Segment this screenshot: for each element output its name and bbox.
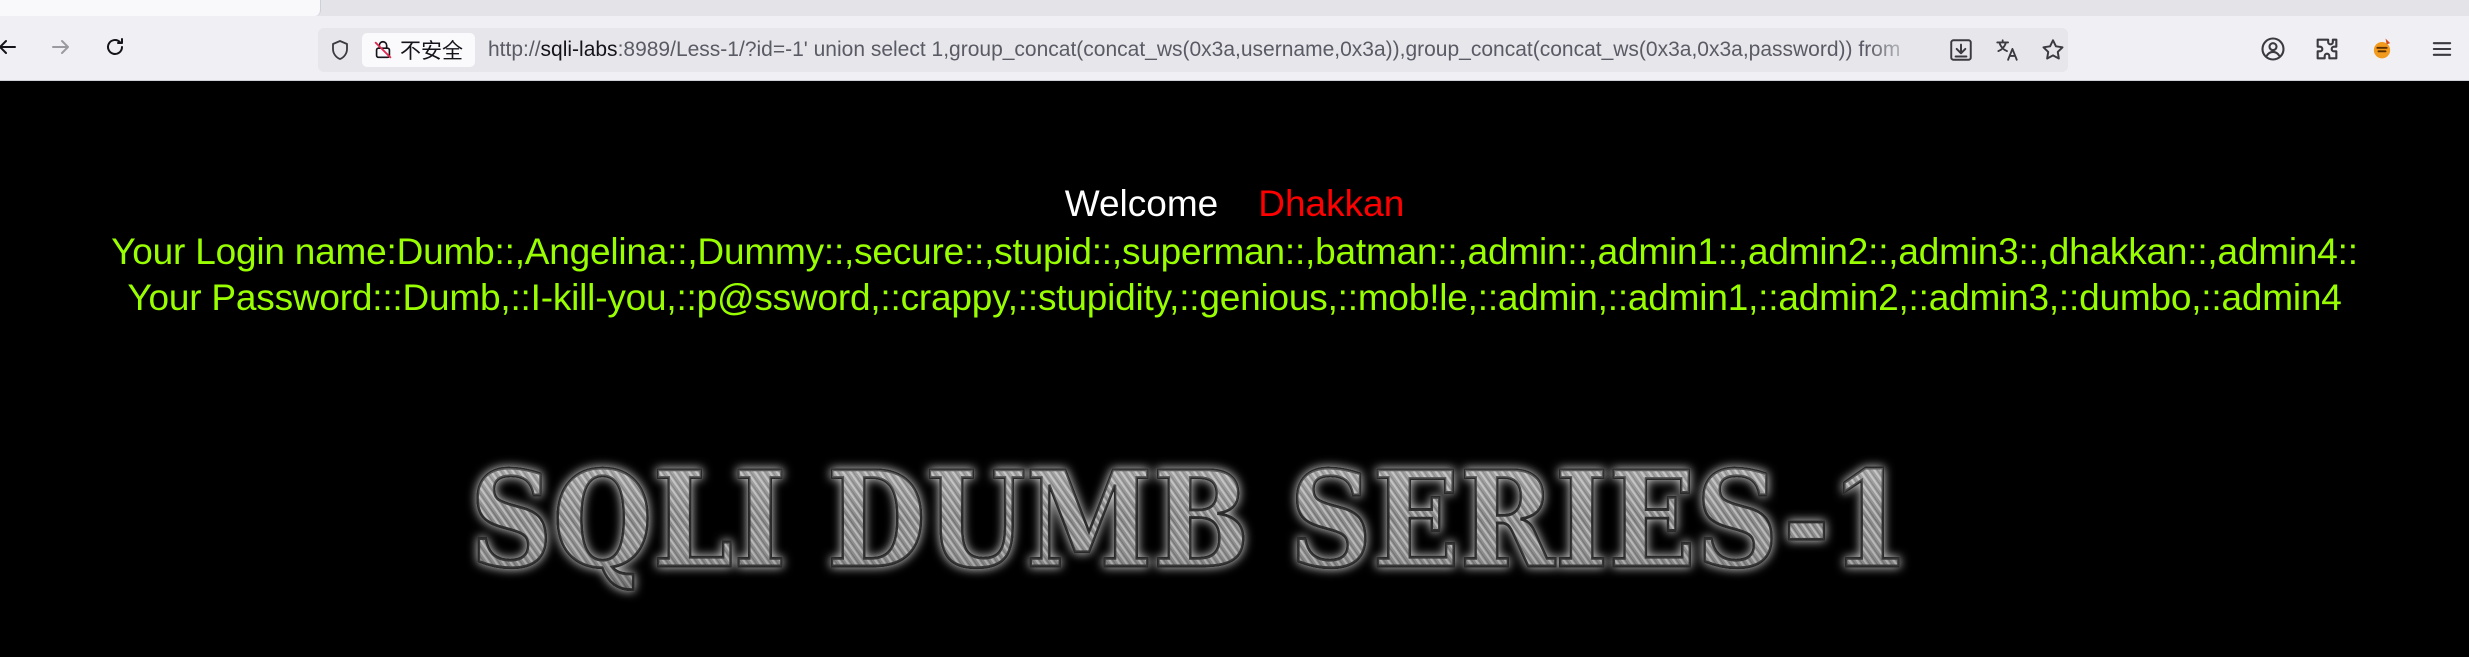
welcome-username: Dhakkan: [1258, 183, 1405, 224]
extension-app-icon[interactable]: [2368, 35, 2396, 63]
account-icon[interactable]: [2259, 35, 2287, 63]
tab-strip: [0, 0, 2469, 16]
forward-icon: [52, 40, 69, 54]
site-security-button[interactable]: 不安全: [362, 33, 475, 67]
url-host: sqli-labs: [540, 38, 618, 61]
url-fade: [1868, 28, 1918, 72]
shield-icon[interactable]: [328, 38, 352, 62]
extensions-icon[interactable]: [2313, 35, 2341, 63]
back-icon: [0, 40, 16, 54]
welcome-label: Welcome: [1064, 183, 1219, 224]
translate-icon[interactable]: [1994, 37, 2020, 63]
url-scheme: http://: [488, 38, 541, 61]
login-name-result: Your Login name:Dumb::,Angelina::,Dummy:…: [111, 231, 2358, 272]
reload-icon: [107, 38, 123, 55]
browser-toolbar: 不安全 http://sqli-labs:8989/Less-1/?id=-1'…: [0, 0, 2469, 81]
series-title-shade: SQLI DUMB SERIES-1: [470, 443, 1910, 598]
series-title-banner: SQLI DUMB SERIES-1 SQLI DUMB SERIES-1: [469, 442, 1912, 600]
forward-button[interactable]: [44, 30, 78, 64]
save-page-icon[interactable]: [1948, 37, 1974, 63]
insecure-lock-icon: [374, 40, 392, 59]
bookmark-star-icon[interactable]: [2040, 37, 2066, 63]
password-result: Your Password:::Dumb,::I-kill-you,::p@ss…: [127, 277, 2342, 318]
menu-icon[interactable]: [2428, 35, 2456, 63]
address-bar[interactable]: 不安全 http://sqli-labs:8989/Less-1/?id=-1'…: [318, 28, 2068, 72]
security-label: 不安全: [400, 40, 463, 63]
welcome-line: Welcome Dhakkan: [0, 183, 2469, 225]
page-content: Welcome Dhakkan Your Login name:Dumb::,An…: [0, 81, 2469, 657]
url-text[interactable]: http://sqli-labs:8989/Less-1/?id=-1' uni…: [488, 28, 1908, 72]
active-tab[interactable]: [0, 0, 321, 16]
back-button[interactable]: [0, 30, 24, 64]
reload-button[interactable]: [98, 30, 132, 64]
url-path: :8989/Less-1/?id=-1' union select 1,grou…: [617, 38, 1901, 61]
